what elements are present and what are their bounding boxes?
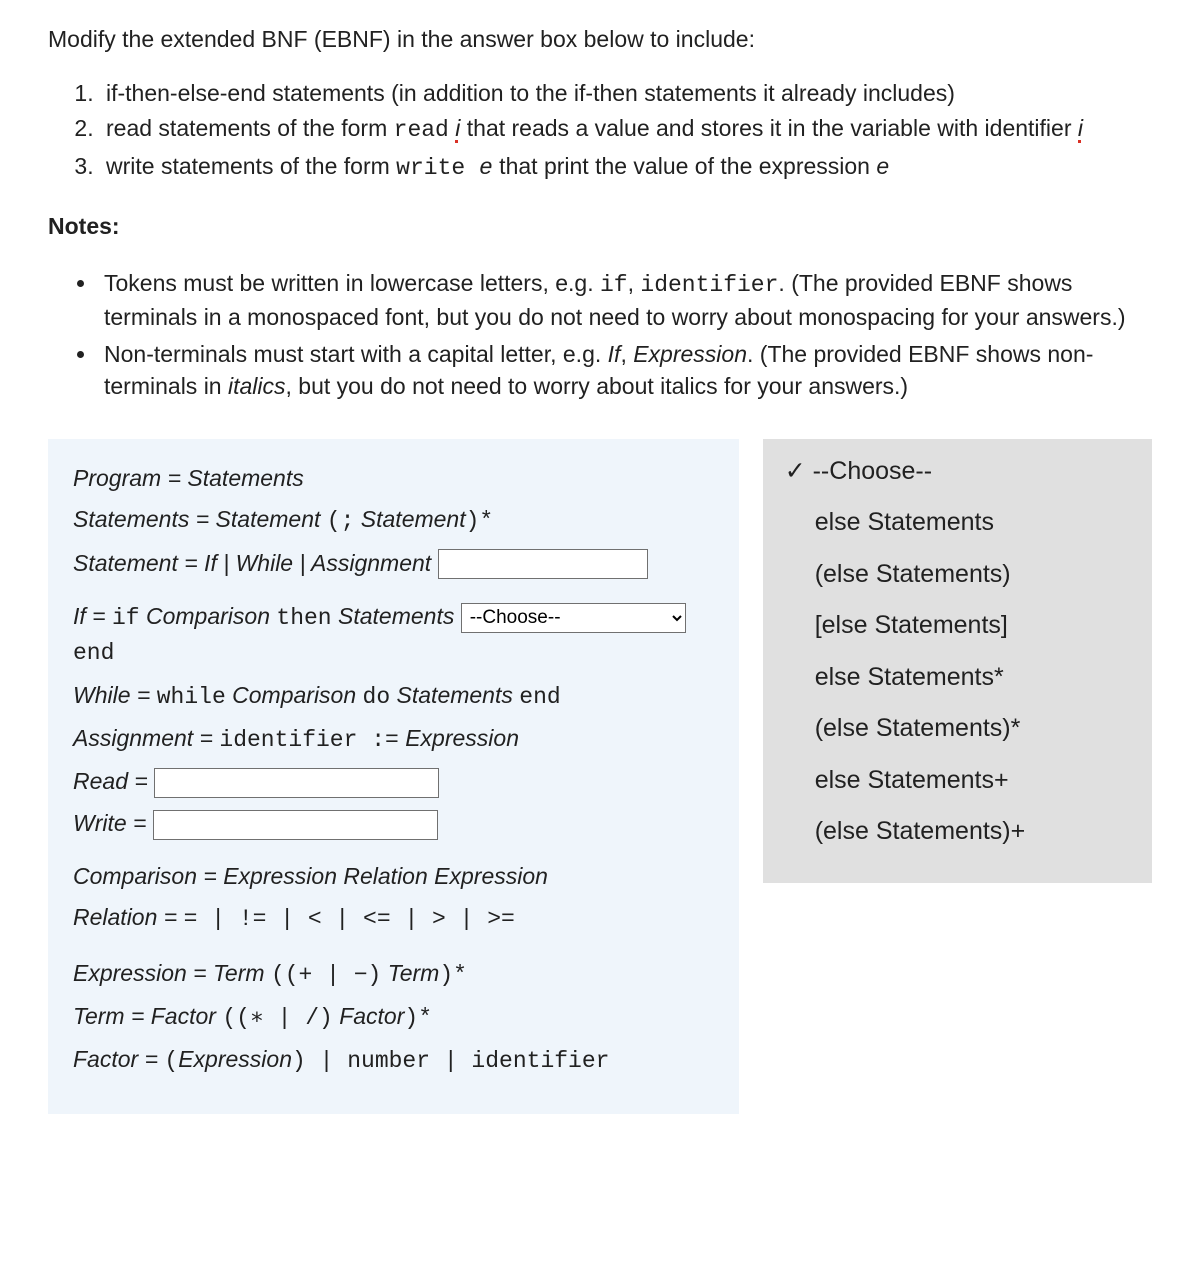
req-1-text: if-then-else-end statements (in addition… — [106, 80, 955, 106]
note-2-nt2: Expression — [633, 341, 747, 367]
req-3-e1: e — [465, 155, 493, 181]
note-1-a: Tokens must be written in lowercase lett… — [104, 270, 600, 296]
req-2-i1: i — [455, 115, 460, 141]
ebnf-statements: Statements = Statement (; Statement)* — [73, 503, 714, 538]
ebnf-program: Program = Statements — [73, 462, 714, 495]
req-3-a: write statements of the form — [106, 153, 396, 179]
ebnf-comparison: Comparison = Expression Relation Express… — [73, 860, 714, 893]
req-2-b: that reads a value and stores it in the … — [460, 115, 1078, 141]
req-item-2: read statements of the form read i that … — [100, 113, 1152, 147]
req-3-write: write — [396, 155, 465, 181]
req-item-3: write statements of the form write e tha… — [100, 151, 1152, 185]
ebnf-panel: Program = Statements Statements = Statem… — [48, 439, 739, 1114]
ebnf-relation: Relation = = | != | < | <= | > | >= — [73, 901, 714, 936]
req-2-a: read statements of the form — [106, 115, 394, 141]
opt-4: else Statements* — [785, 659, 1130, 697]
opt-3: [else Statements] — [785, 607, 1130, 645]
else-select[interactable]: --Choose-- — [461, 603, 686, 633]
req-2-read: read — [394, 117, 449, 143]
ebnf-write: Write = — [73, 807, 714, 840]
note-1-tok2: identifier — [640, 272, 778, 298]
intro-text: Modify the extended BNF (EBNF) in the an… — [48, 24, 1152, 56]
opt-1: else Statements — [785, 504, 1130, 542]
ebnf-assignment: Assignment = identifier := Expression — [73, 722, 714, 757]
ebnf-term: Term = Factor ((∗ | /) Factor)* — [73, 1000, 714, 1035]
note-2-nt1: If — [608, 341, 621, 367]
ebnf-factor: Factor = (Expression) | number | identif… — [73, 1043, 714, 1078]
opt-choose: ✓ --Choose-- — [785, 453, 1130, 491]
ebnf-expression: Expression = Term ((+ | −) Term)* — [73, 957, 714, 992]
requirements-list: if-then-else-end statements (in addition… — [92, 78, 1152, 185]
ebnf-if-end: end — [73, 640, 114, 666]
opt-7: (else Statements)+ — [785, 813, 1130, 851]
notes-heading: Notes: — [48, 213, 1152, 240]
read-input[interactable] — [154, 768, 439, 798]
check-icon: ✓ — [785, 457, 813, 485]
req-item-1: if-then-else-end statements (in addition… — [100, 78, 1152, 110]
note-2-c: , but you do not need to worry about ita… — [286, 373, 909, 399]
options-panel: ✓ --Choose-- else Statements (else State… — [763, 439, 1152, 883]
req-2-i2: i — [1078, 115, 1083, 141]
opt-6: else Statements+ — [785, 762, 1130, 800]
ebnf-statement: Statement = If | While | Assignment — [73, 547, 714, 580]
note-1-tok1: if — [600, 272, 628, 298]
ebnf-while: While = while Comparison do Statements e… — [73, 679, 714, 714]
statement-input[interactable] — [438, 549, 648, 579]
opt-2: (else Statements) — [785, 556, 1130, 594]
ebnf-if: If = if Comparison then Statements --Cho… — [73, 600, 714, 671]
note-2: Non-terminals must start with a capital … — [98, 339, 1152, 402]
note-1: Tokens must be written in lowercase lett… — [98, 268, 1152, 333]
note-2-it: italics — [228, 373, 286, 399]
req-3-b: that print the value of the expression — [493, 153, 877, 179]
note-2-mid: , — [620, 341, 633, 367]
note-2-a: Non-terminals must start with a capital … — [104, 341, 608, 367]
write-input[interactable] — [153, 810, 438, 840]
note-1-mid: , — [628, 270, 641, 296]
opt-5: (else Statements)* — [785, 710, 1130, 748]
req-3-e2: e — [876, 153, 889, 179]
ebnf-read: Read = — [73, 765, 714, 798]
notes-list: Tokens must be written in lowercase lett… — [90, 268, 1152, 403]
